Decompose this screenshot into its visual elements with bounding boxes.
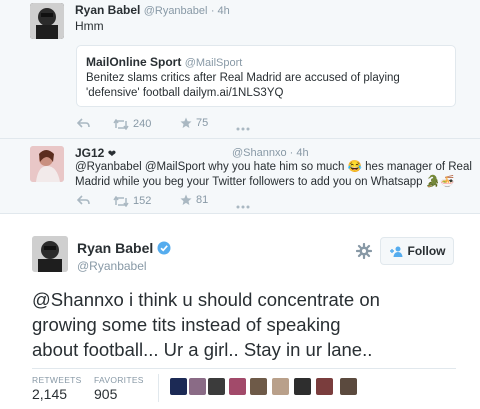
retweet-icon <box>113 118 129 130</box>
favoriter-avatar[interactable] <box>208 378 225 395</box>
gear-icon <box>355 242 373 260</box>
follow-label: Follow <box>407 244 446 258</box>
settings-button[interactable] <box>355 242 373 264</box>
follow-icon <box>389 246 402 257</box>
favoriter-avatar[interactable] <box>340 378 357 395</box>
favorite-count: 75 <box>196 117 209 129</box>
quoted-tweet-text: Benitez slams critics after Real Madrid … <box>86 72 400 99</box>
more-button[interactable] <box>236 196 250 214</box>
reply-button[interactable] <box>77 195 90 206</box>
author-name[interactable]: JG12 <box>75 146 104 160</box>
favorites-label: FAVORITES <box>94 375 144 385</box>
tweet-text-line: growing some tits instead of speaking <box>32 314 341 335</box>
tweet-text: @Shannxo i think u should concentrate on… <box>32 287 380 362</box>
tweet-text-line: @Ryanbabel @MailSport why you hate him s… <box>75 161 472 173</box>
quoted-author-handle[interactable]: @MailSport <box>185 57 243 69</box>
follow-button[interactable]: Follow <box>380 237 454 265</box>
retweets-count: 2,145 <box>32 386 68 402</box>
quoted-author-name[interactable]: MailOnline Sport <box>86 55 181 69</box>
more-button[interactable] <box>236 118 250 136</box>
favorite-icon <box>180 194 192 205</box>
avatar[interactable] <box>30 3 64 39</box>
reply-icon <box>77 118 90 128</box>
retweet-icon <box>113 195 129 207</box>
reply-icon <box>77 195 90 205</box>
divider <box>0 138 480 139</box>
avatar[interactable] <box>32 236 68 272</box>
tweet-text-line: about football... Ur a girl.. Stay in ur… <box>32 339 373 360</box>
retweet-button[interactable]: 152 <box>113 195 151 207</box>
retweet-count: 240 <box>133 118 152 130</box>
retweets-stat[interactable]: RETWEETS 2,145 <box>32 375 82 402</box>
favorite-button[interactable]: 75 <box>180 117 208 129</box>
divider <box>0 213 480 214</box>
author-handle[interactable]: @Ryanbabel <box>144 5 208 17</box>
author-name[interactable]: Ryan Babel <box>75 3 140 17</box>
reply-button[interactable] <box>77 118 90 129</box>
favoriter-avatar[interactable] <box>170 378 187 395</box>
retweet-count: 152 <box>133 195 152 207</box>
favorite-icon <box>180 117 192 128</box>
timestamp[interactable]: · 4h <box>211 5 230 17</box>
more-icon <box>236 205 250 209</box>
favorites-count: 905 <box>94 386 118 402</box>
tweet-text-line: @Shannxo i think u should concentrate on <box>32 289 380 310</box>
favoriter-avatar[interactable] <box>250 378 267 395</box>
favorites-stat[interactable]: FAVORITES 905 <box>94 375 144 402</box>
avatar[interactable] <box>30 146 64 182</box>
favoriter-avatar[interactable] <box>189 378 206 395</box>
favoriter-avatar[interactable] <box>294 378 311 395</box>
favorite-button[interactable]: 81 <box>180 194 208 206</box>
more-icon <box>236 127 250 131</box>
favoriter-avatar[interactable] <box>316 378 333 395</box>
divider <box>158 374 159 402</box>
tweet-text: @Ryanbabel @MailSport why you hate him s… <box>75 160 472 190</box>
author-name[interactable]: Ryan Babel <box>77 240 153 256</box>
tweet-text-line: Madrid while you beg your Twitter follow… <box>75 176 455 188</box>
author-handle[interactable]: @Ryanbabel <box>77 259 147 273</box>
favoriter-avatar[interactable] <box>229 378 246 395</box>
divider <box>32 368 456 369</box>
timestamp[interactable]: · 4h <box>290 147 309 159</box>
favorite-count: 81 <box>196 194 209 206</box>
heart-emoji: ❤ <box>107 149 117 160</box>
author-handle[interactable]: @Shannxo <box>232 147 287 159</box>
retweet-button[interactable]: 240 <box>113 118 151 130</box>
retweets-label: RETWEETS <box>32 375 82 385</box>
favoriter-avatar[interactable] <box>272 378 289 395</box>
verified-icon <box>157 241 171 255</box>
tweet-text: Hmm <box>75 19 104 33</box>
